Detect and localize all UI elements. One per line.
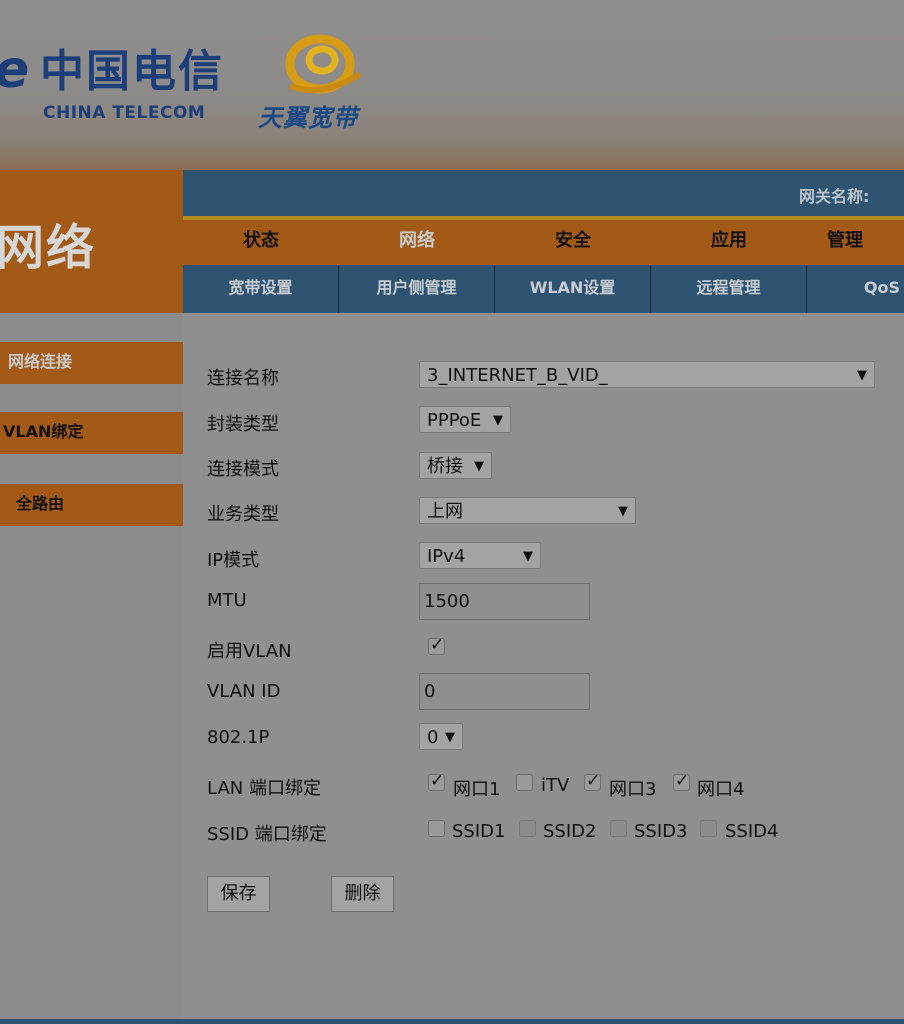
save-button[interactable]: 保存 [207,876,270,912]
china-telecom-logo-icon: e [0,40,29,100]
lan-port-3-checkbox[interactable]: ✓ [584,771,601,791]
mtu-input[interactable]: 1500 [419,583,590,620]
dropdown-arrow-icon: ▼ [445,730,455,745]
ssid3-label: SSID3 [634,821,688,842]
ip-mode-label: IP模式 [207,550,260,571]
8021p-select[interactable]: 0 ▼ [419,723,463,750]
main-nav-status[interactable]: 状态 [183,220,339,265]
lan-port-4-label: 网口4 [697,779,745,800]
connection-name-value: 3_INTERNET_B_VID_ [427,365,608,386]
content-panel [183,313,904,1024]
main-nav: 状态 网络 安全 应用 管理 [183,220,904,265]
sub-nav-remote[interactable]: 远程管理 [651,265,807,313]
main-nav-management[interactable]: 管理 [827,220,904,265]
tianyi-broadband-logo: 天翼宽带 [258,104,358,132]
connection-name-select[interactable]: 3_INTERNET_B_VID_ ▼ [419,361,875,388]
section-title: 网络 [0,220,97,276]
8021p-label: 802.1P [207,727,270,748]
connection-mode-label: 连接模式 [207,459,279,480]
connection-name-label: 连接名称 [207,368,279,389]
ssid-binding-label: SSID 端口绑定 [207,824,327,845]
connection-mode-value: 桥接 [427,456,463,477]
lan-port-3-label: 网口3 [609,779,657,800]
dropdown-arrow-icon: ▼ [474,459,484,474]
vlan-id-input[interactable]: 0 [419,673,590,710]
main-nav-applications[interactable]: 应用 [651,220,807,265]
checkmark-icon: ✓ [586,771,601,791]
sidebar-item-vlan-binding[interactable]: VLAN绑定 [0,412,183,454]
ssid3-checkbox[interactable] [610,820,627,837]
enable-vlan-checkbox[interactable]: ✓ [428,635,445,655]
sub-nav-wlan[interactable]: WLAN设置 [495,265,651,313]
lan-port-1-checkbox[interactable]: ✓ [428,771,445,791]
tianyi-swirl-icon [285,34,362,94]
service-type-label: 业务类型 [207,504,279,525]
lan-port-4-checkbox[interactable]: ✓ [673,771,690,791]
header-banner: e 中国电信 CHINA TELECOM 天翼宽带 [0,0,904,170]
ssid2-label: SSID2 [543,821,597,842]
china-telecom-cn-logo: 中国电信 [40,46,224,97]
checkmark-icon: ✓ [430,635,445,655]
dropdown-arrow-icon: ▼ [493,413,503,428]
lan-port-1-label: 网口1 [453,779,501,800]
ssid2-checkbox[interactable] [519,820,536,837]
ip-mode-value: IPv4 [427,546,466,567]
ssid1-checkbox[interactable] [428,820,445,837]
8021p-value: 0 [427,727,439,748]
sub-nav: 宽带设置 用户侧管理 WLAN设置 远程管理 QoS [183,265,904,313]
sub-nav-user-side[interactable]: 用户侧管理 [339,265,495,313]
delete-button[interactable]: 删除 [331,876,394,912]
checkmark-icon: ✓ [430,771,445,791]
main-nav-network[interactable]: 网络 [339,220,495,265]
lan-itv-label: iTV [541,775,570,796]
china-telecom-en-logo: CHINA TELECOM [43,103,206,123]
bottom-border [0,1019,904,1024]
encap-type-value: PPPoE [427,410,482,431]
service-type-select[interactable]: 上网 ▼ [419,497,636,524]
top-bar [183,170,904,216]
encap-type-select[interactable]: PPPoE ▼ [419,406,511,433]
encap-type-label: 封装类型 [207,414,279,435]
connection-mode-select[interactable]: 桥接 ▼ [419,452,492,479]
sidebar-item-full-route[interactable]: 全路由 [0,484,183,526]
lan-binding-label: LAN 端口绑定 [207,778,321,799]
ssid1-label: SSID1 [452,821,506,842]
main-nav-security[interactable]: 安全 [495,220,651,265]
checkmark-icon: ✓ [675,771,690,791]
gateway-name-label: 网关名称: [799,187,870,206]
lan-itv-checkbox[interactable] [516,774,533,791]
service-type-value: 上网 [427,501,463,522]
sub-nav-broadband[interactable]: 宽带设置 [183,265,339,313]
mtu-label: MTU [207,590,247,611]
ssid4-label: SSID4 [725,821,779,842]
dropdown-arrow-icon: ▼ [523,549,533,564]
sidebar-item-network-connection[interactable]: 网络连接 [0,342,183,384]
dropdown-arrow-icon: ▼ [618,504,628,519]
ssid4-checkbox[interactable] [700,820,717,837]
dropdown-arrow-icon: ▼ [857,368,867,383]
sub-nav-qos[interactable]: QoS [807,265,904,313]
enable-vlan-label: 启用VLAN [207,641,292,662]
ip-mode-select[interactable]: IPv4 ▼ [419,542,541,569]
vlan-id-label: VLAN ID [207,681,281,702]
